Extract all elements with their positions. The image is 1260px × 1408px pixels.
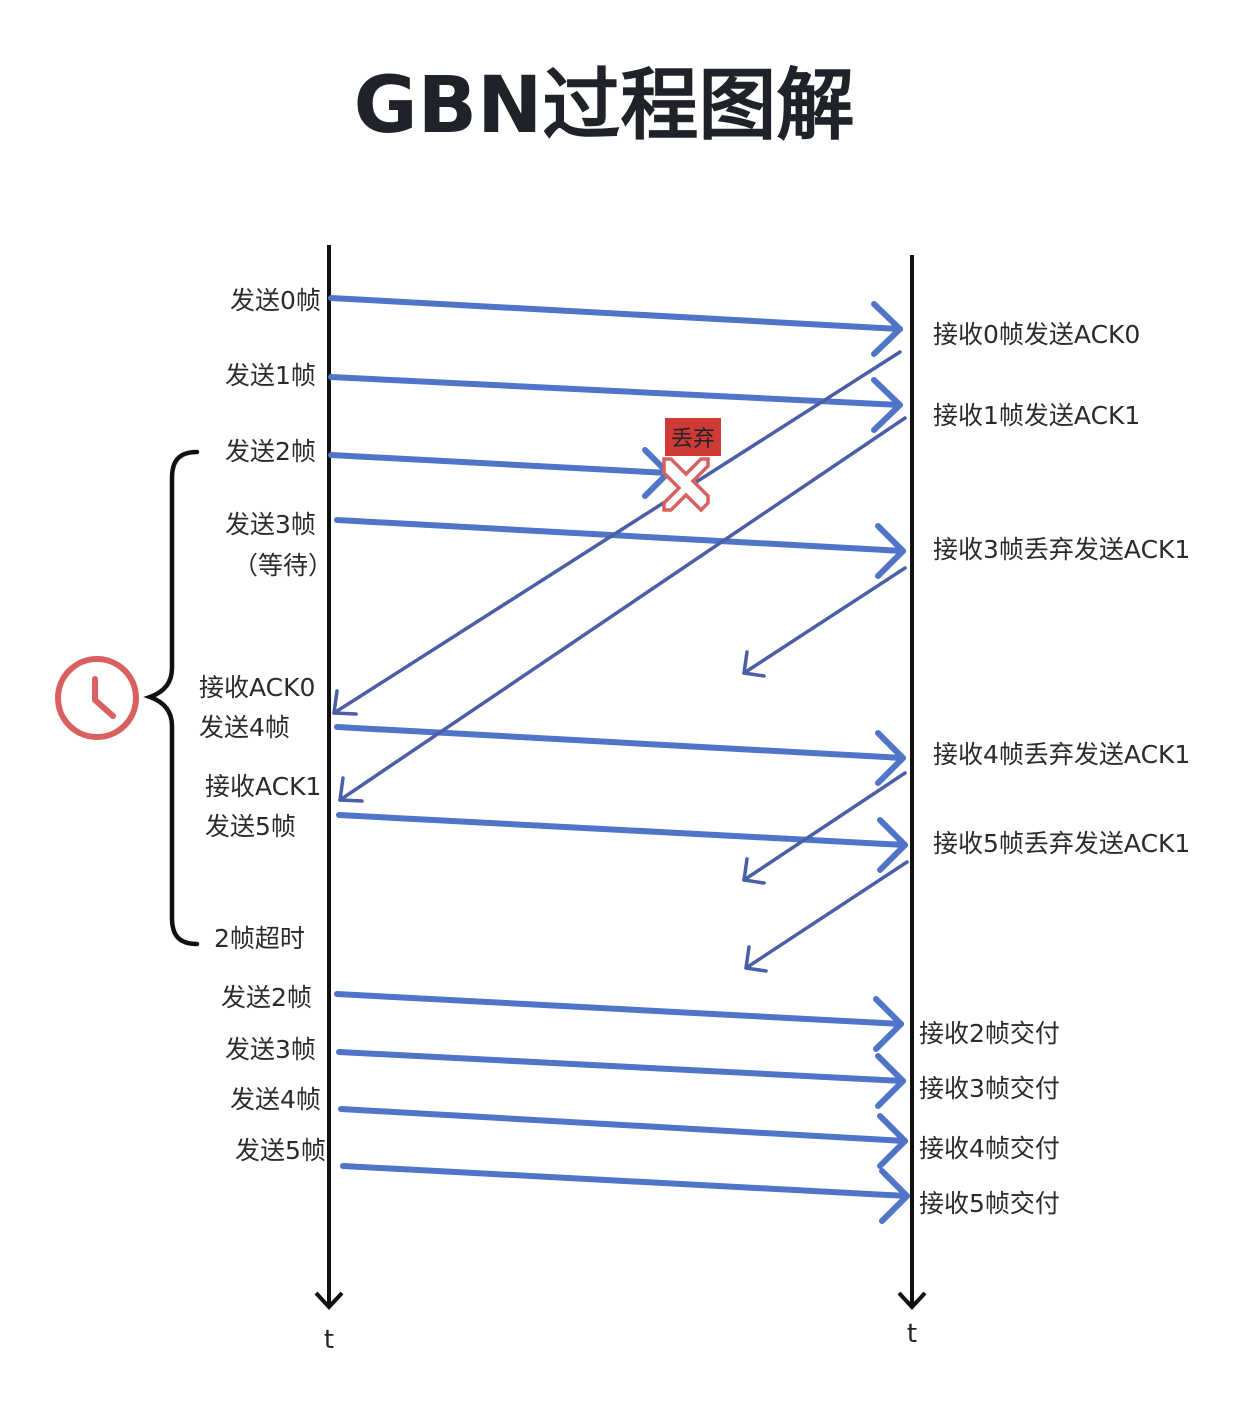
diagram-title: GBN过程图解 bbox=[354, 61, 855, 151]
receiver-label: 接收3帧交付 bbox=[919, 1074, 1060, 1103]
receiver-label: 接收3帧丢弃发送ACK1 bbox=[933, 535, 1190, 564]
receiver-label: 接收0帧发送ACK0 bbox=[933, 320, 1140, 349]
sender-label: 接收ACK1 bbox=[205, 772, 321, 801]
sender-label: 发送2帧 bbox=[221, 983, 312, 1012]
clock-icon bbox=[55, 656, 139, 740]
sender-label: 发送2帧 bbox=[225, 437, 316, 466]
receiver-label: 接收4帧交付 bbox=[919, 1134, 1060, 1163]
sender-label: 发送0帧 bbox=[230, 286, 321, 315]
frame-arrow bbox=[334, 991, 904, 1052]
frame-arrow-lost bbox=[328, 447, 671, 499]
sender-time-label: t bbox=[324, 1325, 334, 1355]
cross-icon bbox=[662, 457, 710, 513]
ack-arrow bbox=[742, 566, 907, 678]
receiver-label: 接收5帧交付 bbox=[919, 1189, 1060, 1218]
receiver-label: 接收4帧丢弃发送ACK1 bbox=[933, 740, 1190, 769]
gbn-diagram: GBN过程图解 t t 丢弃 发送0帧 发送1帧 发送2帧 发送3帧 （等待） … bbox=[55, 61, 1190, 1355]
sender-label: 发送4帧 bbox=[199, 713, 290, 742]
receiver-time-label: t bbox=[907, 1319, 917, 1349]
timeout-brace bbox=[143, 449, 200, 947]
ack-arrow bbox=[332, 350, 902, 716]
frame-arrow bbox=[336, 1049, 906, 1109]
frame-arrow bbox=[328, 374, 903, 433]
frame-arrow bbox=[328, 295, 903, 357]
receiver-label: 接收1帧发送ACK1 bbox=[933, 401, 1140, 430]
sender-label: 发送5帧 bbox=[205, 812, 296, 841]
drop-label: 丢弃 bbox=[671, 427, 715, 452]
sender-label: 发送1帧 bbox=[225, 361, 316, 390]
receiver-label: 接收5帧丢弃发送ACK1 bbox=[933, 829, 1190, 858]
sender-label: （等待） bbox=[233, 551, 333, 580]
sender-label: 发送5帧 bbox=[235, 1136, 326, 1165]
sender-labels: 发送0帧 发送1帧 发送2帧 发送3帧 （等待） 接收ACK0 发送4帧 接收A… bbox=[199, 286, 333, 1165]
receiver-label: 接收2帧交付 bbox=[919, 1019, 1060, 1048]
frame-arrow bbox=[338, 1106, 908, 1169]
sender-label: 发送3帧 bbox=[225, 1035, 316, 1064]
sender-label: 发送3帧 bbox=[225, 510, 316, 539]
ack-arrow bbox=[744, 860, 909, 973]
sender-label: 接收ACK0 bbox=[199, 673, 315, 702]
receiver-labels: 接收0帧发送ACK0 接收1帧发送ACK1 接收3帧丢弃发送ACK1 接收4帧丢… bbox=[919, 320, 1190, 1218]
sender-label: 发送4帧 bbox=[230, 1085, 321, 1114]
sender-label: 2帧超时 bbox=[214, 924, 305, 953]
frame-arrow bbox=[340, 1163, 910, 1224]
frame-arrow bbox=[334, 724, 906, 786]
frame-arrow bbox=[336, 812, 908, 873]
drop-badge: 丢弃 bbox=[665, 418, 721, 456]
frame-arrow bbox=[334, 517, 906, 579]
